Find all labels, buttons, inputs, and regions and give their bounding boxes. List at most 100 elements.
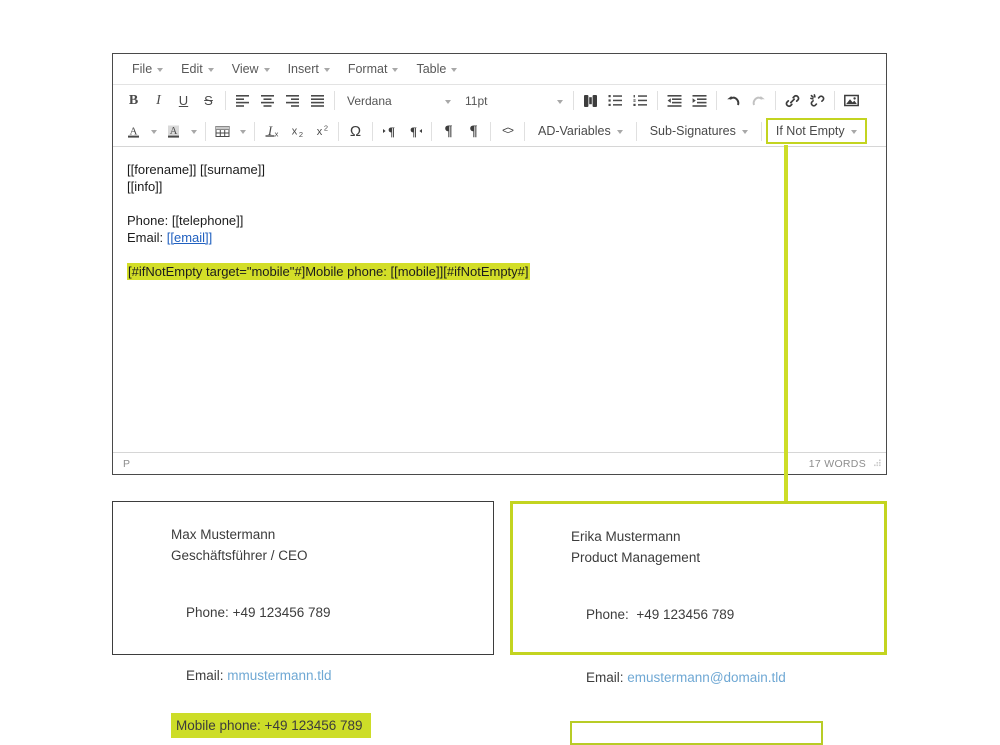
font-family-select[interactable]: Verdana — [339, 89, 457, 113]
text-color-dropdown[interactable] — [146, 119, 161, 143]
preview-right-phone: Phone: +49 123456 789 — [571, 583, 884, 646]
preview-left-email-value[interactable]: mmustermann.tld — [227, 668, 331, 683]
insert-link-button[interactable] — [780, 89, 805, 113]
text-color-button[interactable]: A — [121, 119, 146, 143]
background-color-dropdown[interactable] — [186, 119, 201, 143]
align-center-button[interactable] — [255, 89, 280, 113]
preview-left-name: Max Mustermann — [171, 524, 493, 545]
menu-file[interactable]: File — [123, 59, 172, 79]
toolbar-separator — [775, 91, 776, 110]
outdent-icon — [667, 94, 682, 107]
bold-button[interactable]: B — [121, 89, 146, 113]
toolbar-separator — [716, 91, 717, 110]
toolbar-separator — [334, 91, 335, 110]
strikethrough-icon: S — [204, 93, 213, 108]
chevron-down-icon — [445, 100, 451, 104]
content-line-info: [[info]] — [127, 178, 872, 195]
background-color-control[interactable]: A — [161, 119, 201, 143]
superscript-button[interactable]: x 2 — [309, 119, 334, 143]
insert-table-button[interactable] — [210, 119, 235, 143]
ad-variables-dropdown[interactable]: AD-Variables — [529, 119, 632, 143]
align-right-button[interactable] — [280, 89, 305, 113]
undo-button[interactable] — [721, 89, 746, 113]
italic-button[interactable]: I — [146, 89, 171, 113]
redo-arrow-icon — [751, 94, 766, 107]
outdent-button[interactable] — [662, 89, 687, 113]
strikethrough-button[interactable]: S — [196, 89, 221, 113]
table-dropdown[interactable] — [235, 119, 250, 143]
table-control[interactable] — [210, 119, 250, 143]
element-path[interactable]: P — [123, 458, 130, 470]
toolbar-separator — [573, 91, 574, 110]
sub-signatures-dropdown[interactable]: Sub-Signatures — [641, 119, 757, 143]
align-center-icon — [260, 94, 275, 107]
resize-handle-icon[interactable] — [871, 458, 882, 469]
toolbar-separator — [657, 91, 658, 110]
preview-right-email-value[interactable]: emustermann@domain.tld — [627, 670, 786, 685]
underline-button[interactable]: U — [171, 89, 196, 113]
toolbar-separator — [490, 122, 491, 141]
content-line-forename-surname: [[forename]] [[surname]] — [127, 161, 872, 178]
preview-left-mobile-row: Mobile phone: +49 123456 789 — [171, 707, 493, 738]
chevron-down-icon — [617, 130, 623, 134]
insert-image-button[interactable] — [839, 89, 864, 113]
signature-editor-window: File Edit View Insert Format Table B — [112, 53, 887, 475]
if-not-empty-dropdown[interactable]: If Not Empty — [766, 118, 867, 144]
menu-file-label: File — [132, 62, 152, 76]
toolbar-row-advanced: A A — [113, 116, 886, 147]
clear-formatting-button[interactable]: I x — [259, 119, 284, 143]
rtl-direction-button[interactable]: ¶ — [402, 119, 427, 143]
subscript-icon: x 2 — [289, 124, 305, 138]
menu-table[interactable]: Table — [407, 59, 466, 79]
align-left-button[interactable] — [230, 89, 255, 113]
numbered-list-button[interactable] — [628, 89, 653, 113]
content-spacer — [127, 246, 872, 263]
preview-left-mobile-value: Mobile phone: +49 123456 789 — [171, 713, 371, 738]
unlink-button[interactable] — [805, 89, 830, 113]
undo-arrow-icon — [726, 94, 741, 107]
preview-left-spacer — [171, 566, 493, 581]
menu-format[interactable]: Format — [339, 59, 408, 79]
paragraph-button[interactable]: ¶ — [436, 119, 461, 143]
chevron-down-icon — [191, 130, 197, 134]
special-character-button[interactable]: Ω — [343, 119, 368, 143]
text-color-control[interactable]: A — [121, 119, 161, 143]
menu-insert[interactable]: Insert — [279, 59, 339, 79]
font-size-select[interactable]: 11pt — [457, 89, 569, 113]
toolbar-separator — [372, 122, 373, 141]
menu-format-label: Format — [348, 62, 388, 76]
font-size-value: 11pt — [465, 94, 487, 108]
signature-content-area[interactable]: [[forename]] [[surname]] [[info]] Phone:… — [113, 147, 886, 452]
background-color-button[interactable]: A — [161, 119, 186, 143]
bullet-list-button[interactable] — [603, 89, 628, 113]
email-variable-link[interactable]: [[email]] — [167, 230, 213, 245]
email-label: Email: — [127, 230, 167, 245]
menu-edit[interactable]: Edit — [172, 59, 223, 79]
indent-button[interactable] — [687, 89, 712, 113]
menu-view[interactable]: View — [223, 59, 279, 79]
search-replace-button[interactable] — [578, 89, 603, 113]
signature-preview-with-mobile: Max Mustermann Geschäftsführer / CEO Pho… — [112, 501, 494, 655]
chevron-down-icon — [157, 68, 163, 72]
bold-icon: B — [129, 93, 138, 109]
redo-button[interactable] — [746, 89, 771, 113]
subscript-button[interactable]: x 2 — [284, 119, 309, 143]
phone-label: Phone: — [127, 213, 172, 228]
svg-text:¶: ¶ — [387, 124, 394, 138]
status-right: 17 WORDS — [809, 458, 882, 470]
chevron-down-icon — [240, 130, 246, 134]
toolbar-separator — [761, 122, 762, 141]
omega-icon: Ω — [350, 124, 361, 139]
preview-left-role: Geschäftsführer / CEO — [171, 545, 493, 566]
align-justify-button[interactable] — [305, 89, 330, 113]
chevron-down-icon — [208, 68, 214, 72]
preview-right-name: Erika Mustermann — [571, 526, 884, 547]
show-blocks-button[interactable]: ¶ — [461, 119, 486, 143]
source-code-button[interactable]: <> — [495, 119, 520, 143]
superscript-icon: x 2 — [314, 124, 330, 138]
preview-left-email-label: Email: — [186, 668, 227, 683]
ad-variables-label: AD-Variables — [538, 124, 611, 138]
svg-text:x: x — [316, 126, 322, 138]
ltr-direction-button[interactable]: ¶ — [377, 119, 402, 143]
bullet-list-icon — [608, 94, 623, 107]
